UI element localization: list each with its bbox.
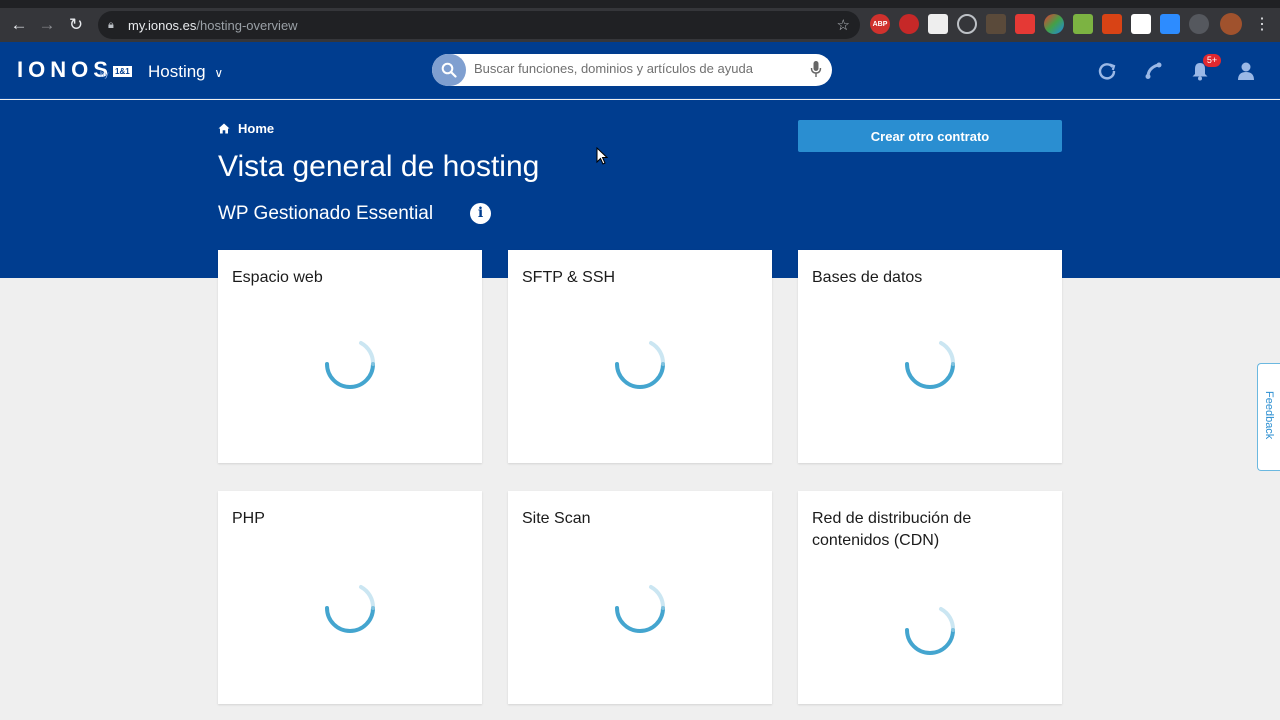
card-webspace[interactable]: Espacio web <box>218 250 482 463</box>
extension-icon[interactable] <box>899 14 919 34</box>
microphone-icon[interactable] <box>810 60 822 83</box>
extensions-bar: ABP <box>870 14 1209 34</box>
create-contract-button[interactable]: Crear otro contrato <box>798 120 1062 152</box>
search-icon <box>441 62 457 78</box>
reload-icon[interactable]: ↻ <box>62 11 90 39</box>
browser-tabstrip <box>0 0 1280 8</box>
breadcrumb-home[interactable]: Home <box>238 121 274 136</box>
card-php[interactable]: PHP <box>218 491 482 704</box>
card-title: Bases de datos <box>812 269 923 286</box>
card-cdn[interactable]: Red de distribución de contenidos (CDN) <box>798 491 1062 704</box>
extension-icon[interactable] <box>986 14 1006 34</box>
card-title: Espacio web <box>232 269 323 286</box>
chevron-down-icon: ∨ <box>214 66 224 80</box>
browser-toolbar: ← → ↻ 🔒︎ my.ionos.es/hosting-overview ☆ … <box>0 8 1280 42</box>
address-bar[interactable]: 🔒︎ my.ionos.es/hosting-overview ☆ <box>98 11 860 39</box>
extension-icon[interactable] <box>928 14 948 34</box>
search-input[interactable] <box>474 61 794 76</box>
extension-icon[interactable] <box>1189 14 1209 34</box>
color-extension-icon[interactable] <box>1044 14 1064 34</box>
logo-partner: 1&1 <box>113 66 132 77</box>
extension-icon[interactable] <box>1015 14 1035 34</box>
contract-name: WP Gestionado Essential <box>218 203 434 224</box>
card-title: SFTP & SSH <box>522 269 616 286</box>
extension-icon[interactable] <box>1102 14 1122 34</box>
search-button[interactable] <box>432 54 466 86</box>
user-icon[interactable] <box>1234 59 1258 83</box>
card-title: PHP <box>232 510 265 527</box>
loading-spinner-icon <box>615 585 665 633</box>
lock-icon: 🔒︎ <box>108 18 114 31</box>
browser-profile-avatar[interactable] <box>1220 13 1242 35</box>
feedback-label: Feedback <box>1263 391 1275 440</box>
feedback-tab[interactable]: Feedback <box>1257 363 1280 471</box>
refresh-icon[interactable] <box>1095 59 1119 83</box>
extension-icon[interactable] <box>1073 14 1093 34</box>
info-icon[interactable]: i <box>470 203 491 224</box>
breadcrumb[interactable]: Home <box>218 121 274 136</box>
adblock-extension-icon[interactable]: ABP <box>870 14 890 34</box>
app-header: IONOS by 1&1 Hosting ∨ 5+ <box>0 42 1280 99</box>
back-icon[interactable]: ← <box>5 11 33 39</box>
ionos-logo[interactable]: IONOS <box>17 57 113 83</box>
extension-icon[interactable] <box>1131 14 1151 34</box>
card-title: Site Scan <box>522 510 591 527</box>
product-switcher[interactable]: Hosting ∨ <box>148 62 223 82</box>
url-path: /hosting-overview <box>196 17 298 33</box>
product-switcher-label: Hosting <box>148 62 206 81</box>
search-bar <box>432 54 832 86</box>
loading-spinner-icon <box>905 341 955 389</box>
home-icon <box>218 123 230 134</box>
card-title: Red de distribución de contenidos (CDN) <box>812 510 972 549</box>
loading-spinner-icon <box>325 585 375 633</box>
loading-spinner-icon <box>905 607 955 655</box>
card-site-scan[interactable]: Site Scan <box>508 491 772 704</box>
info-extension-icon[interactable] <box>957 14 977 34</box>
loading-spinner-icon <box>325 341 375 389</box>
page-title: Vista general de hosting <box>218 150 540 183</box>
card-sftp-ssh[interactable]: SFTP & SSH <box>508 250 772 463</box>
phone-icon[interactable] <box>1142 59 1166 83</box>
card-databases[interactable]: Bases de datos <box>798 250 1062 463</box>
url-host: my.ionos.es <box>128 17 197 33</box>
browser-menu-icon[interactable]: ⋮ <box>1254 14 1270 34</box>
bookmark-star-icon[interactable]: ☆ <box>837 16 850 34</box>
logo-by-text: by <box>100 70 109 79</box>
mouse-cursor-icon <box>596 147 608 165</box>
loading-spinner-icon <box>615 341 665 389</box>
notification-badge: 5+ <box>1203 54 1221 67</box>
forward-icon[interactable]: → <box>33 11 61 39</box>
zoom-extension-icon[interactable] <box>1160 14 1180 34</box>
